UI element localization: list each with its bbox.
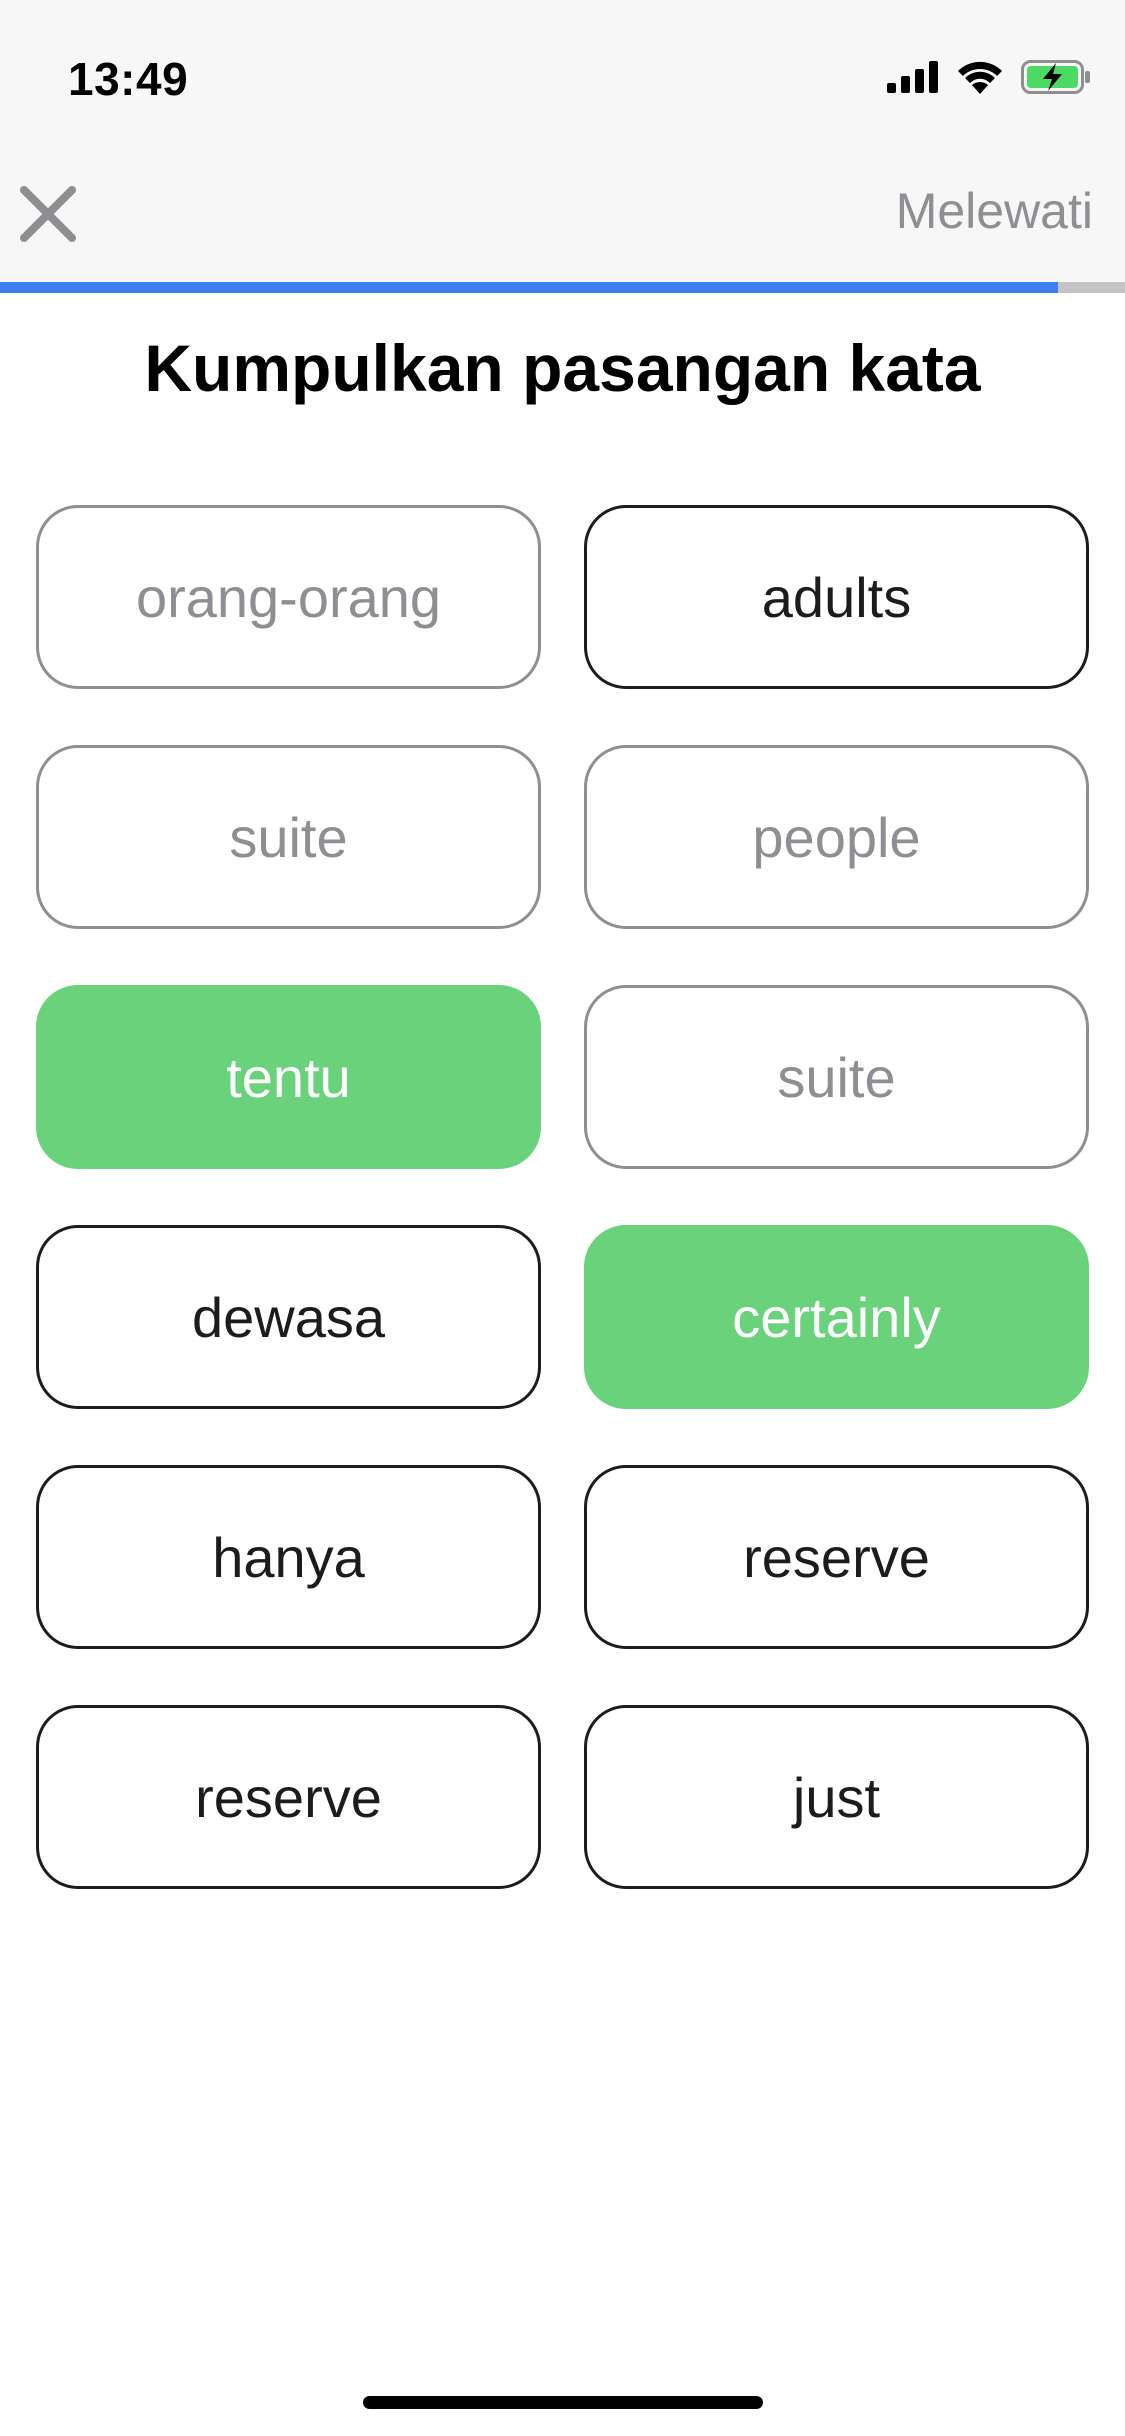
word-tile[interactable]: orang-orang [36,505,541,689]
word-tile[interactable]: reserve [36,1705,541,1889]
page-title: Kumpulkan pasangan kata [144,331,981,405]
progress-bar-fill [0,282,1058,293]
word-tile[interactable]: certainly [584,1225,1089,1409]
wifi-icon [958,61,1002,94]
screen: 13:49 Melewati Kumpulkan pasangan kata o… [0,0,1125,2436]
cellular-signal-icon [887,61,938,93]
word-tile[interactable]: reserve [584,1465,1089,1649]
word-tile[interactable]: adults [584,505,1089,689]
top-bar: 13:49 Melewati [0,0,1125,282]
close-button[interactable] [16,182,80,246]
progress-bar [0,282,1125,293]
word-tile[interactable]: just [584,1705,1089,1889]
word-pair-grid: orang-orang adults suite people tentu suite de… [36,505,1089,1889]
status-icons [887,60,1091,94]
word-tile[interactable]: dewasa [36,1225,541,1409]
battery-charging-icon [1021,60,1090,94]
home-indicator [363,2396,763,2409]
word-tile[interactable]: suite [36,745,541,929]
close-icon [20,186,76,242]
word-tile[interactable]: tentu [36,985,541,1169]
word-tile[interactable]: hanya [36,1465,541,1649]
skip-button[interactable]: Melewati [896,182,1093,240]
word-tile[interactable]: suite [584,985,1089,1169]
status-time: 13:49 [68,53,189,105]
word-tile[interactable]: people [584,745,1089,929]
